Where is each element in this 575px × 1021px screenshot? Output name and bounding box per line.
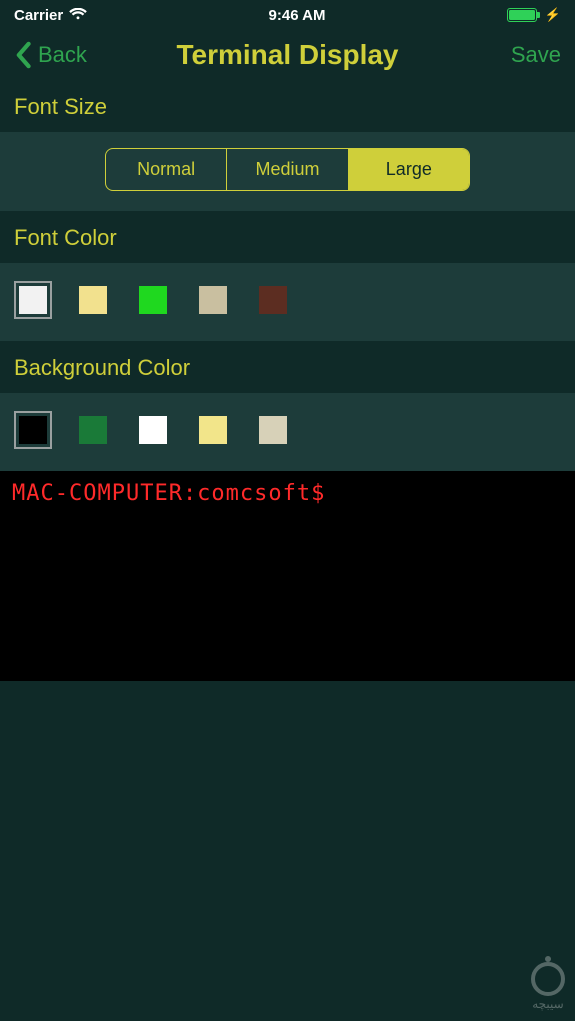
background-color-swatches <box>14 409 561 451</box>
carrier-label: Carrier <box>14 7 63 24</box>
background-color-swatch-color-2 <box>139 416 167 444</box>
watermark: سیبچه <box>531 962 565 1011</box>
background-color-header: Background Color <box>0 341 575 393</box>
font-size-header: Font Size <box>0 80 575 132</box>
font-color-swatch-color-4 <box>259 286 287 314</box>
background-color-swatch-color-4 <box>259 416 287 444</box>
status-right: ⚡ <box>507 7 561 23</box>
font-size-option-normal[interactable]: Normal <box>106 149 227 190</box>
font-color-swatch-2[interactable] <box>134 281 172 319</box>
background-color-swatch-3[interactable] <box>194 411 232 449</box>
back-button[interactable]: Back <box>14 41 87 69</box>
font-color-swatch-color-1 <box>79 286 107 314</box>
chevron-left-icon <box>14 41 32 69</box>
font-color-swatch-1[interactable] <box>74 281 112 319</box>
status-left: Carrier <box>14 7 87 24</box>
watermark-text: سیبچه <box>532 997 563 1011</box>
font-color-swatch-0[interactable] <box>14 281 52 319</box>
charging-icon: ⚡ <box>545 7 561 23</box>
background-color-swatch-2[interactable] <box>134 411 172 449</box>
wifi-icon <box>69 8 87 22</box>
status-bar: Carrier 9:46 AM ⚡ <box>0 0 575 30</box>
font-size-section: NormalMediumLarge <box>0 132 575 211</box>
font-color-swatch-3[interactable] <box>194 281 232 319</box>
background-color-swatch-4[interactable] <box>254 411 292 449</box>
background-color-swatch-color-0 <box>19 416 47 444</box>
background-color-swatch-1[interactable] <box>74 411 112 449</box>
back-label: Back <box>38 42 87 68</box>
background-color-swatch-color-3 <box>199 416 227 444</box>
font-color-swatches <box>14 279 561 321</box>
font-color-header: Font Color <box>0 211 575 263</box>
clock: 9:46 AM <box>269 7 326 24</box>
background-color-swatch-color-1 <box>79 416 107 444</box>
save-button[interactable]: Save <box>511 42 561 68</box>
background-color-swatch-0[interactable] <box>14 411 52 449</box>
font-color-swatch-4[interactable] <box>254 281 292 319</box>
font-color-swatch-color-0 <box>19 286 47 314</box>
background-color-section <box>0 393 575 471</box>
nav-bar: Back Terminal Display Save <box>0 30 575 80</box>
terminal-preview: MAC-COMPUTER:comcsoft$ <box>0 471 575 681</box>
font-color-swatch-color-3 <box>199 286 227 314</box>
apple-outline-icon <box>531 962 565 996</box>
font-color-swatch-color-2 <box>139 286 167 314</box>
terminal-prompt-text: MAC-COMPUTER:comcsoft$ <box>12 481 325 506</box>
font-size-option-medium[interactable]: Medium <box>227 149 348 190</box>
font-color-section <box>0 263 575 341</box>
font-size-segmented-control: NormalMediumLarge <box>105 148 470 191</box>
battery-icon <box>507 8 537 22</box>
font-size-option-large[interactable]: Large <box>349 149 469 190</box>
